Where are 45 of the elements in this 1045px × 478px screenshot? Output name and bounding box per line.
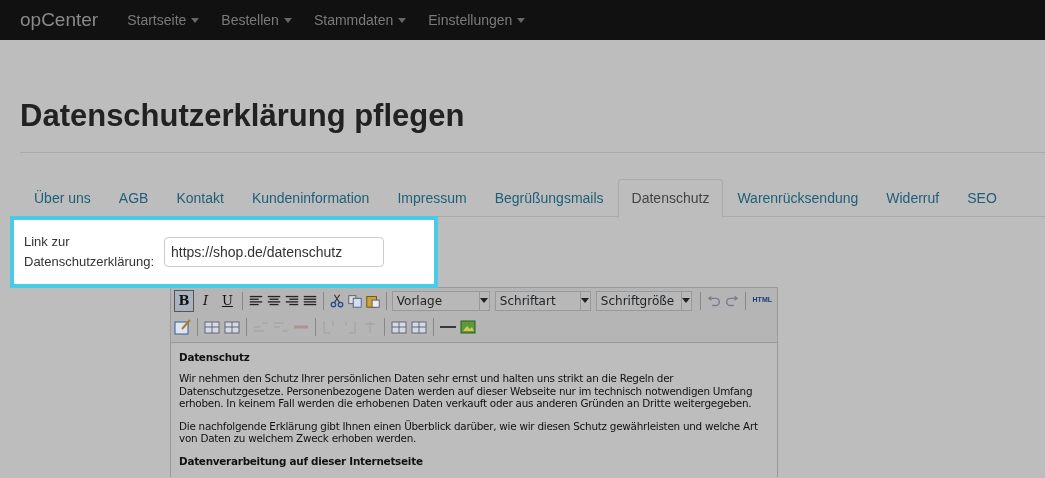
nav-menu[interactable]: Bestellen (210, 9, 303, 31)
editor-content-area[interactable] (171, 341, 777, 478)
nav-menu[interactable]: Startseite (116, 9, 211, 31)
tab[interactable]: AGB (104, 178, 163, 216)
content-paragraph: Wir nehmen den Schutz Ihrer persönlichen Daten sehr ernst und halten uns strikt an die Regeln der Datenschutzgesetze. Personenbezogene Daten werden auf dieser Webseite nur im technisch notwendigen Umfang erhoben. In keinem Fall werden die erhobenen Daten verkauft oder aus anderen Gründen an Dritte weitergegeben. (179, 372, 754, 410)
caret-icon (581, 298, 590, 304)
content-paragraph: Die nachfolgende Erklärung gibt Ihnen einen Überblick darüber, wie wir diesen Schutz gewährleisten und welche Art von Daten zu welchem Zweck erhoben werden. (179, 419, 759, 445)
tab[interactable]: Widerruf (872, 178, 954, 216)
nav-menu[interactable]: Stammdaten (302, 9, 418, 31)
split-cells-icon[interactable] (410, 318, 428, 335)
caret-icon (682, 298, 691, 304)
merge-cells-icon[interactable] (390, 318, 408, 335)
copy-icon[interactable] (346, 292, 363, 309)
page-title: Datenschutzerklärung pflegen (20, 98, 466, 134)
tab[interactable]: Über uns (20, 178, 105, 216)
image-icon[interactable] (459, 318, 477, 335)
dropdown-select[interactable]: Vorlage (391, 290, 490, 311)
dropdown-select[interactable]: Schriftart (494, 290, 591, 311)
tab[interactable]: Begrüßungsmails (480, 178, 618, 216)
rich-text-editor[interactable] (170, 286, 778, 477)
scissors-icon[interactable] (328, 292, 345, 309)
tab[interactable]: SEO (953, 178, 1011, 216)
caret-icon (398, 17, 407, 23)
caret-icon (480, 298, 489, 304)
tab[interactable]: Kundeninformation (237, 178, 384, 216)
content-heading: Datenschutz (179, 350, 251, 364)
url-input[interactable]: https://shop.de/datenschutz (164, 236, 384, 267)
format-button[interactable]: I (195, 289, 216, 312)
edit-table-icon[interactable] (174, 318, 192, 335)
caret-icon (191, 17, 200, 23)
field-label: Link zur Datenschutzerklärung: (24, 232, 156, 271)
caret-icon (283, 17, 292, 23)
content-heading: Datenverarbeitung auf dieser Internetseite (179, 454, 424, 468)
tab[interactable]: Warenrücksendung (723, 178, 873, 216)
brand-logo: opCenter (20, 7, 99, 32)
tab[interactable]: Datenschutz (617, 178, 724, 218)
dropdown-select[interactable]: Schriftgröße (595, 290, 692, 311)
table-cell-icon[interactable] (223, 318, 241, 335)
format-button[interactable]: B (174, 289, 194, 312)
table-icon[interactable] (203, 318, 221, 335)
caret-icon (517, 17, 526, 23)
tab[interactable]: Impressum (383, 178, 481, 216)
nav-menu[interactable]: Einstellungen (417, 9, 537, 31)
format-button[interactable]: U (217, 289, 238, 312)
tab[interactable]: Kontakt (162, 178, 238, 216)
